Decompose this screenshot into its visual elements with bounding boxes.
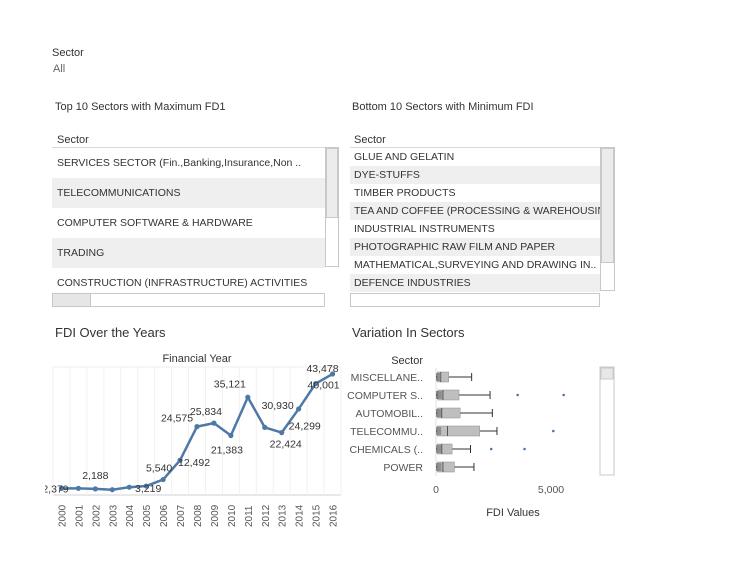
variation-y-axis-title: Sector xyxy=(391,355,423,367)
variation-dense-points xyxy=(437,409,442,417)
sector-filter-label: Sector xyxy=(52,47,84,59)
variation-x-tick-label: 0 xyxy=(433,484,439,496)
variation-outlier-point xyxy=(562,393,565,397)
top-sectors-hscroll-thumb[interactable] xyxy=(53,294,91,306)
fdi-years-data-label: 30,930 xyxy=(262,400,294,412)
fdi-years-point xyxy=(228,432,234,439)
variation-category-label: COMPUTER S.. xyxy=(347,390,423,402)
bottom-sectors-title: Bottom 10 Sectors with Minimum FDI xyxy=(352,101,534,113)
top-sectors-hscroll[interactable] xyxy=(52,293,325,307)
top-sectors-vscroll-thumb[interactable] xyxy=(326,148,338,218)
fdi-years-x-tick-label: 2001 xyxy=(74,504,85,527)
fdi-years-chart-title: FDI Over the Years xyxy=(55,325,166,340)
fdi-years-x-tick-label: 2012 xyxy=(261,504,272,527)
fdi-years-x-tick-label: 2002 xyxy=(91,504,102,527)
top-sector-row[interactable]: SERVICES SECTOR (Fin.,Banking,Insurance,… xyxy=(52,148,325,178)
fdi-years-x-tick-label: 2005 xyxy=(142,504,153,527)
fdi-years-data-label: 40,001 xyxy=(308,380,340,392)
fdi-years-x-tick-label: 2000 xyxy=(57,504,68,527)
fdi-years-x-tick-label: 2013 xyxy=(278,504,289,527)
variation-vscroll xyxy=(599,366,615,476)
bottom-sector-row[interactable]: MATHEMATICAL,SURVEYING AND DRAWING IN.. xyxy=(350,256,600,274)
bottom-sector-row[interactable]: INDUSTRIAL INSTRUMENTS xyxy=(350,220,600,238)
bottom-sectors-column-header[interactable]: Sector xyxy=(354,134,386,146)
variation-dense-points xyxy=(437,391,442,399)
fdi-years-line-chart: Financial Year 2,379 2,188 3,219 5,540 12,492… xyxy=(45,353,342,527)
variation-chart-title: Variation In Sectors xyxy=(352,325,465,340)
bottom-sectors-vscroll[interactable] xyxy=(600,147,615,291)
fdi-years-data-label: 22,424 xyxy=(270,439,302,451)
fdi-years-x-tick-label: 2016 xyxy=(329,504,340,527)
variation-outlier-point xyxy=(523,447,526,451)
variation-category-label: TELECOMMU.. xyxy=(350,426,423,438)
fdi-years-x-tick-label: 2015 xyxy=(312,504,323,527)
fdi-years-x-tick-label: 2004 xyxy=(125,504,136,527)
fdi-years-point xyxy=(296,406,302,412)
top-sectors-title: Top 10 Sectors with Maximum FD1 xyxy=(55,101,226,113)
variation-dense-points xyxy=(437,445,442,453)
fdi-years-point xyxy=(109,487,115,493)
fdi-years-data-label: 35,121 xyxy=(214,378,246,390)
variation-outlier-point xyxy=(516,393,519,397)
bottom-sector-row[interactable]: GLUE AND GELATIN xyxy=(350,148,600,166)
fdi-years-data-label: 3,219 xyxy=(135,483,161,495)
bottom-sector-row[interactable]: DYE-STUFFS xyxy=(350,166,600,184)
fdi-years-x-tick-label: 2007 xyxy=(176,504,187,527)
bottom-sector-row[interactable]: PHOTOGRAPHIC RAW FILM AND PAPER xyxy=(350,238,600,256)
fdi-years-point xyxy=(92,486,98,492)
variation-category-label: CHEMICALS (.. xyxy=(349,444,423,456)
bottom-sectors-vscroll-thumb[interactable] xyxy=(601,148,614,263)
fdi-years-data-label: 25,834 xyxy=(190,406,222,418)
variation-vscroll-thumb[interactable] xyxy=(600,367,614,380)
variation-category-label: MISCELLANE.. xyxy=(351,372,423,384)
fdi-years-x-tick-label: 2014 xyxy=(295,504,306,527)
variation-x-axis-title: FDI Values xyxy=(486,507,540,519)
variation-dense-points xyxy=(437,463,442,471)
variation-outlier-point xyxy=(489,447,493,451)
fdi-years-x-tick-label: 2008 xyxy=(193,504,204,527)
fdi-years-point xyxy=(245,394,251,400)
fdi-years-x-tick-label: 2011 xyxy=(244,505,255,527)
top-sector-row[interactable]: COMPUTER SOFTWARE & HARDWARE xyxy=(52,208,325,238)
variation-boxplot-chart: Sector MISCELLANE.. COMPUTER S.. AUTOMOBIL.… xyxy=(347,355,615,519)
fdi-years-data-label: 5,540 xyxy=(146,463,172,475)
variation-category-label: POWER xyxy=(383,462,423,474)
fdi-years-data-label: 24,575 xyxy=(161,413,193,425)
bottom-sector-row[interactable]: TEA AND COFFEE (PROCESSING & WAREHOUSIN.… xyxy=(350,202,600,220)
fdi-years-point xyxy=(160,476,166,483)
fdi-years-data-label: 43,478 xyxy=(306,363,338,375)
top-sector-row[interactable]: TELECOMMUNICATIONS xyxy=(52,178,325,208)
top-sector-row[interactable]: TRADING xyxy=(52,238,325,268)
bottom-sectors-hscroll[interactable] xyxy=(350,293,600,307)
variation-outlier-point xyxy=(552,429,555,433)
fdi-years-x-tick-label: 2009 xyxy=(210,504,221,527)
fdi-years-data-label: 2,188 xyxy=(82,470,108,482)
top-sectors-column-header[interactable]: Sector xyxy=(57,134,89,146)
variation-dense-points xyxy=(437,373,442,381)
fdi-years-data-label: 12,492 xyxy=(178,457,210,469)
bottom-sector-row[interactable]: DEFENCE INDUSTRIES xyxy=(350,274,600,292)
fdi-years-x-tick-label: 2006 xyxy=(159,504,170,527)
variation-category-label: AUTOMOBIL.. xyxy=(356,408,424,420)
fdi-years-data-label: 2,379 xyxy=(45,483,69,495)
variation-dense-points xyxy=(437,427,442,435)
fdi-years-point xyxy=(211,420,217,426)
sector-filter-value[interactable]: All xyxy=(53,63,65,75)
fdi-years-data-label: 24,299 xyxy=(289,421,321,433)
top-sectors-vscroll[interactable] xyxy=(325,147,339,267)
fdi-years-x-tick-label: 2010 xyxy=(227,504,238,527)
fdi-years-x-tick-label: 2003 xyxy=(108,504,119,527)
variation-x-tick-label: 5,000 xyxy=(538,484,564,496)
fdi-years-point xyxy=(262,424,268,430)
fdi-years-point xyxy=(126,484,132,490)
fdi-years-data-label: 21,383 xyxy=(211,444,243,456)
fdi-years-x-axis-title: Financial Year xyxy=(162,353,231,365)
fdi-years-point xyxy=(75,485,82,491)
fdi-years-point xyxy=(279,430,285,436)
variation-box xyxy=(436,425,480,437)
fdi-years-point xyxy=(194,424,200,430)
bottom-sector-row[interactable]: TIMBER PRODUCTS xyxy=(350,184,600,202)
